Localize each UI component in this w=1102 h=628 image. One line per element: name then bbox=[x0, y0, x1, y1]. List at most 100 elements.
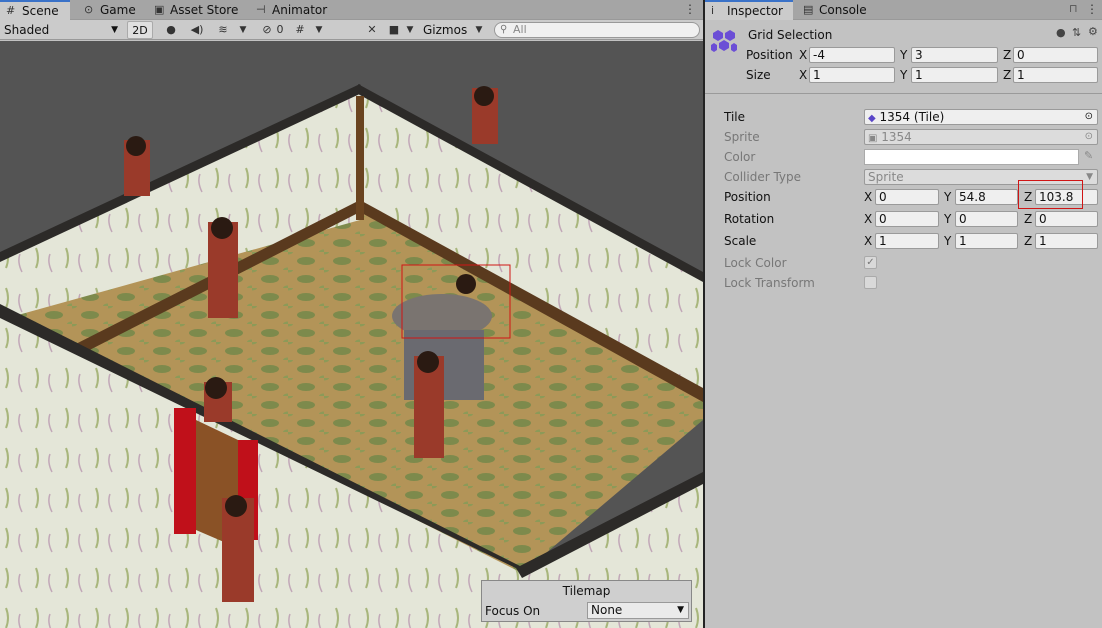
shading-mode-dropdown[interactable]: Shaded ▼ bbox=[4, 21, 122, 39]
lock-color-checkbox: ✓ bbox=[864, 256, 877, 269]
effects-dropdown-icon[interactable]: ▼ bbox=[236, 21, 250, 39]
lock-transform-checkbox bbox=[864, 276, 877, 289]
scale-x-field[interactable]: 1 bbox=[875, 233, 939, 249]
axis-x-label: X bbox=[864, 234, 873, 248]
axis-z-label: Z bbox=[1003, 48, 1012, 62]
lock-color-label: Lock Color bbox=[724, 256, 787, 270]
position-z-highlight bbox=[1018, 180, 1083, 209]
tab-game[interactable]: ⊙ Game bbox=[78, 0, 148, 20]
tile-asset-icon: ◆ bbox=[868, 113, 876, 124]
axis-y-label: Y bbox=[944, 190, 952, 204]
effects-icon[interactable]: ≋ bbox=[212, 21, 234, 39]
tab-asset-store-label: Asset Store bbox=[170, 3, 239, 17]
axis-y-label: Y bbox=[944, 212, 952, 226]
axis-z-label: Z bbox=[1024, 234, 1033, 248]
grid-size-y-field[interactable]: 1 bbox=[911, 67, 998, 83]
tab-scene-label: Scene bbox=[22, 4, 59, 18]
scene-toolbar: Shaded ▼ 2D ● ◀) ≋ ▼ ⊘ 0 # ▼ ✕ ■ ▼ Gizmo… bbox=[0, 20, 703, 40]
tab-animator[interactable]: ⊣ Animator bbox=[250, 0, 340, 20]
corner-post bbox=[356, 96, 364, 220]
camera-icon[interactable]: ■ bbox=[384, 21, 404, 39]
shading-mode-value: Shaded bbox=[4, 23, 50, 37]
lock-transform-label: Lock Transform bbox=[724, 276, 815, 290]
tab-inspector-label: Inspector bbox=[727, 4, 783, 18]
gamepad-icon: ⊙ bbox=[84, 3, 94, 16]
grid-position-label: Position bbox=[746, 48, 793, 62]
scene-view[interactable]: Tilemap Focus On None ▼ bbox=[0, 41, 703, 628]
axis-z-label: Z bbox=[1003, 68, 1012, 82]
color-label: Color bbox=[724, 150, 756, 164]
tile-label: Tile bbox=[724, 110, 746, 124]
grid-snap-icon[interactable]: # bbox=[290, 21, 310, 39]
grid-position-y-field[interactable]: 3 bbox=[911, 47, 998, 63]
grid-position-z-field[interactable]: 0 bbox=[1013, 47, 1098, 63]
grid-size-z-field[interactable]: 1 bbox=[1013, 67, 1098, 83]
grid-position-x-field[interactable]: -4 bbox=[809, 47, 895, 63]
lock-icon[interactable]: ⊓ bbox=[1069, 2, 1078, 15]
grid-selection-icon bbox=[711, 28, 737, 54]
inspector-panel: Grid Selection ● ⇅ ⚙ Position X -4 Y 3 Z… bbox=[705, 20, 1102, 628]
chevron-down-icon: ▼ bbox=[1086, 172, 1093, 182]
2d-toggle-button[interactable]: 2D bbox=[127, 21, 153, 39]
tab-console[interactable]: ▤ Console bbox=[797, 0, 877, 20]
chevron-down-icon: ▼ bbox=[677, 605, 684, 615]
grid-size-x-field[interactable]: 1 bbox=[809, 67, 895, 83]
search-icon: ⚲ bbox=[500, 24, 508, 35]
axis-y-label: Y bbox=[900, 48, 908, 62]
camera-dropdown-icon[interactable]: ▼ bbox=[404, 21, 416, 39]
hidden-count: 0 bbox=[276, 23, 284, 36]
sprite-object-field: ▣ 1354 ⊙ bbox=[864, 129, 1098, 145]
tile-position-y-field[interactable]: 54.8 bbox=[955, 189, 1018, 205]
gizmos-button[interactable]: Gizmos bbox=[423, 21, 469, 39]
axis-x-label: X bbox=[864, 190, 873, 204]
eyedropper-icon[interactable]: ✎ bbox=[1084, 149, 1093, 162]
object-picker-icon[interactable]: ⊙ bbox=[1085, 110, 1093, 124]
tile-object-value: 1354 (Tile) bbox=[879, 110, 945, 124]
tab-game-label: Game bbox=[100, 3, 136, 17]
color-swatch[interactable] bbox=[864, 149, 1079, 165]
more-options-icon[interactable]: ⋮ bbox=[1086, 2, 1098, 16]
shopping-bag-icon: ▣ bbox=[154, 3, 165, 16]
gear-icon[interactable]: ⚙ bbox=[1088, 25, 1098, 38]
focus-on-dropdown[interactable]: None ▼ bbox=[587, 602, 689, 619]
rotation-x-field[interactable]: 0 bbox=[875, 211, 939, 227]
sprite-asset-icon: ▣ bbox=[868, 133, 878, 144]
tile-position-x-field[interactable]: 0 bbox=[875, 189, 939, 205]
tab-console-label: Console bbox=[819, 3, 867, 17]
scale-y-field[interactable]: 1 bbox=[955, 233, 1018, 249]
focus-on-label: Focus On bbox=[485, 604, 541, 618]
focus-on-value: None bbox=[591, 603, 623, 617]
tab-scene[interactable]: # Scene bbox=[0, 0, 70, 20]
section-divider bbox=[705, 93, 1102, 94]
collider-type-value: Sprite bbox=[868, 170, 904, 184]
rotation-y-field[interactable]: 0 bbox=[955, 211, 1018, 227]
audio-icon[interactable]: ◀) bbox=[186, 21, 208, 39]
rotation-label: Rotation bbox=[724, 212, 775, 226]
sprite-label: Sprite bbox=[724, 130, 760, 144]
tilemap-overlay: Tilemap Focus On None ▼ bbox=[481, 580, 692, 622]
grid-size-label: Size bbox=[746, 68, 771, 82]
tab-inspector[interactable]: i Inspector bbox=[705, 0, 793, 20]
preset-icon[interactable]: ⇅ bbox=[1072, 26, 1081, 39]
axis-z-label: Z bbox=[1024, 212, 1033, 226]
search-placeholder: All bbox=[513, 23, 527, 36]
animator-icon: ⊣ bbox=[256, 3, 266, 16]
lighting-icon[interactable]: ● bbox=[160, 21, 182, 39]
scene-search-input[interactable]: ⚲ All bbox=[494, 22, 700, 38]
rotation-z-field[interactable]: 0 bbox=[1035, 211, 1098, 227]
tools-icon[interactable]: ✕ bbox=[362, 21, 382, 39]
console-icon: ▤ bbox=[803, 3, 814, 16]
grid-dropdown-icon[interactable]: ▼ bbox=[312, 21, 326, 39]
inspector-tab-bar: i Inspector ▤ Console ⊓ ⋮ bbox=[705, 0, 1102, 20]
more-options-icon[interactable]: ⋮ bbox=[684, 2, 696, 16]
sprite-object-value: 1354 bbox=[881, 130, 912, 144]
tab-asset-store[interactable]: ▣ Asset Store bbox=[148, 0, 240, 20]
gizmos-dropdown-icon[interactable]: ▼ bbox=[472, 21, 486, 39]
help-icon[interactable]: ● bbox=[1056, 26, 1066, 39]
scale-label: Scale bbox=[724, 234, 757, 248]
axis-x-label: X bbox=[799, 68, 808, 82]
tilemap-overlay-title: Tilemap bbox=[562, 584, 611, 598]
tile-object-field[interactable]: ◆ 1354 (Tile) ⊙ bbox=[864, 109, 1098, 125]
scale-z-field[interactable]: 1 bbox=[1035, 233, 1098, 249]
tile-position-label: Position bbox=[724, 190, 771, 204]
